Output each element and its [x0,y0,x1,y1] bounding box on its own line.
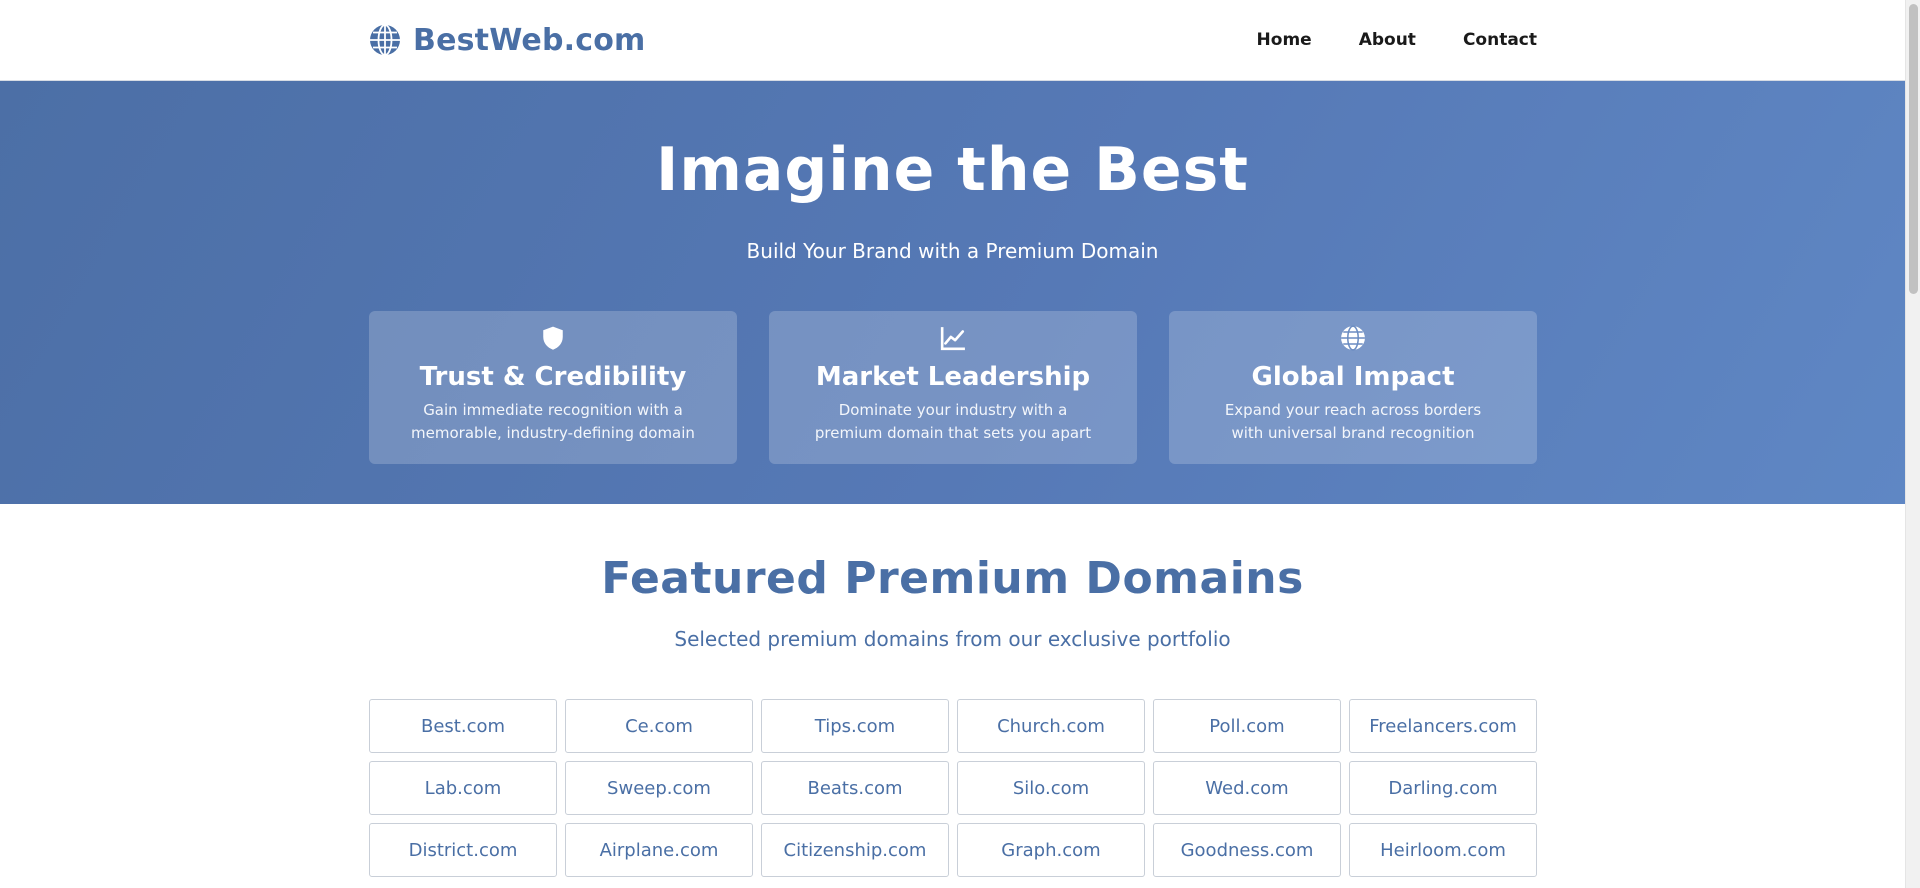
featured-domains-section: Featured Premium Domains Selected premiu… [0,552,1905,877]
domain-card[interactable]: Graph.com [957,823,1145,877]
domain-card[interactable]: Poll.com [1153,699,1341,753]
domain-card[interactable]: Heirloom.com [1349,823,1537,877]
hero-section: Imagine the Best Build Your Brand with a… [0,81,1905,504]
domain-card[interactable]: Tips.com [761,699,949,753]
page: BestWeb.com Home About Contact Imagine t… [0,0,1905,877]
feature-title: Trust & Credibility [419,362,687,392]
feature-card-market: Market Leadership Dominate your industry… [769,311,1137,464]
featured-subtitle: Selected premium domains from our exclus… [674,627,1231,651]
hero-title: Imagine the Best [656,135,1249,205]
domain-card[interactable]: District.com [369,823,557,877]
feature-cards: Trust & Credibility Gain immediate recog… [369,311,1537,464]
domain-card[interactable]: Lab.com [369,761,557,815]
domain-card[interactable]: Best.com [369,699,557,753]
site-header: BestWeb.com Home About Contact [0,0,1905,81]
feature-title: Market Leadership [815,362,1091,392]
nav-home-link[interactable]: Home [1257,30,1312,50]
shield-icon [543,326,563,350]
feature-card-global: Global Impact Expand your reach across b… [1169,311,1537,464]
vertical-scrollbar[interactable] [1905,0,1920,888]
domain-card[interactable]: Sweep.com [565,761,753,815]
domain-card[interactable]: Airplane.com [565,823,753,877]
feature-card-trust: Trust & Credibility Gain immediate recog… [369,311,737,464]
feature-description: Dominate your industry with a premium do… [814,401,1092,442]
domain-card[interactable]: Beats.com [761,761,949,815]
feature-description: Gain immediate recognition with a memora… [411,401,695,442]
domain-card[interactable]: Church.com [957,699,1145,753]
feature-description: Expand your reach across borders with un… [1224,401,1482,442]
feature-title: Global Impact [1251,362,1455,392]
nav-about-link[interactable]: About [1359,30,1416,50]
chart-line-icon [940,327,965,351]
globe-icon [1341,325,1365,351]
domain-card[interactable]: Freelancers.com [1349,699,1537,753]
brand-logo[interactable]: BestWeb.com [369,23,646,58]
domain-card[interactable]: Citizenship.com [761,823,949,877]
main-nav: Home About Contact [1257,30,1537,50]
scrollbar-thumb[interactable] [1909,4,1918,294]
header-inner: BestWeb.com Home About Contact [369,0,1537,80]
domain-card[interactable]: Silo.com [957,761,1145,815]
hero-subtitle: Build Your Brand with a Premium Domain [746,239,1159,263]
domain-card[interactable]: Wed.com [1153,761,1341,815]
globe-icon [370,24,400,56]
nav-contact-link[interactable]: Contact [1463,30,1537,50]
domain-card[interactable]: Goodness.com [1153,823,1341,877]
domain-card[interactable]: Darling.com [1349,761,1537,815]
domain-grid: Best.com Ce.com Tips.com Church.com Poll… [369,699,1537,877]
brand-name: BestWeb.com [413,22,646,58]
featured-title: Featured Premium Domains [601,553,1304,604]
domain-card[interactable]: Ce.com [565,699,753,753]
